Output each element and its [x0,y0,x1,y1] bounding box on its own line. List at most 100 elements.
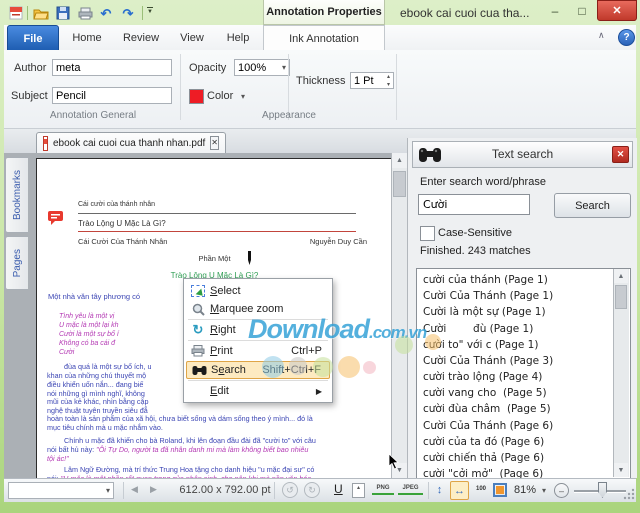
pdf-file-icon [43,136,48,151]
underline-tool-icon[interactable]: U [334,482,343,496]
search-result-item[interactable]: cười chiến thả (Page 6) [423,452,544,464]
tab-file[interactable]: File [7,25,59,52]
menu-item-marquee-zoom[interactable]: Marquee zoom [186,300,330,318]
page-number-combobox[interactable]: ▾ [8,482,114,499]
opacity-dropdown[interactable]: 100% ▾ [234,59,290,76]
maximize-button[interactable]: □ [570,2,594,20]
menu-separator [188,380,328,381]
document-scrollbar[interactable]: ▲ ▼ [391,153,408,478]
export-jpeg-icon[interactable]: JPEG [398,484,423,495]
open-icon[interactable] [33,5,49,21]
sidebar-item-bookmarks[interactable]: Bookmarks [5,157,28,233]
menu-item-search[interactable]: Search Shift+Ctrl+F [186,361,330,379]
search-button[interactable]: Search [554,193,631,218]
color-dropdown-icon[interactable]: ▾ [241,93,245,101]
title-bar: ↶ ↷ ▼ Annotation Properties ebook cai cu… [0,0,640,25]
book-author: Nguyễn Duy Cần [237,237,367,246]
appearance-group-label: Appearance [182,110,396,121]
contextual-tab-group-header: Annotation Properties [263,0,385,25]
book-title: Cái Cười Của Thánh Nhân [78,237,167,246]
scrollbar-thumb[interactable] [393,171,406,197]
group-separator-2 [396,54,397,120]
header-rule [78,213,356,214]
results-scroll-down-icon[interactable]: ▼ [614,463,628,477]
undo-icon[interactable]: ↶ [98,5,114,21]
menu-item-select[interactable]: Select [186,282,330,300]
doc-quote-line: Tình yêu là một vị [59,313,114,320]
tab-ink-annotation[interactable]: Ink Annotation [263,25,385,51]
comment-annotation-icon[interactable] [47,210,64,230]
ribbon-tab-row: File Home Review View Help Ink Annotatio… [4,25,636,50]
subject-field[interactable] [52,87,172,104]
search-panel-close-icon[interactable]: ✕ [612,146,629,163]
fit-page-icon[interactable] [493,483,507,497]
thickness-spinner[interactable]: 1 Pt ▴ ▾ [350,72,394,89]
export-png-icon[interactable]: PNG [372,484,394,495]
zoom-dropdown-icon[interactable]: ▾ [542,487,546,495]
search-result-item[interactable]: cười đùa châm (Page 5) [423,403,551,415]
tab-review[interactable]: Review [116,25,166,50]
results-scrollbar[interactable]: ▲ ▼ [613,269,629,477]
menu-item-right[interactable]: ↻ Right [186,321,330,339]
doc-quote-line: Cười [59,349,74,356]
history-forward-icon[interactable]: ↻ [304,482,320,498]
previous-page-icon[interactable]: ◀ [131,484,138,495]
resize-grip[interactable] [623,487,635,499]
spin-up-icon[interactable]: ▴ [387,73,390,81]
context-menu: Select Marquee zoom ↻ Right Print Ctrl+P… [183,278,333,403]
menu-item-print[interactable]: Print Ctrl+P [186,342,330,360]
search-input[interactable] [418,194,530,215]
doc-text-line: nói bất hủ này: "Ôi Tự Do, người ta đã n… [47,445,308,454]
document-tab[interactable]: ebook cai cuoi cua thanh nhan.pdf ✕ [36,132,226,153]
app-icon [8,5,24,21]
results-scroll-up-icon[interactable]: ▲ [614,269,628,283]
menu-separator [188,340,328,341]
search-result-item[interactable]: Cười đù (Page 1) [423,323,533,335]
menu-item-edit[interactable]: Edit ▶ [186,382,330,400]
redo-icon[interactable]: ↷ [120,5,136,21]
sidebar-item-pages[interactable]: Pages [5,236,28,290]
search-result-item[interactable]: Cười Của Thánh (Page 1) [423,290,553,302]
zoom-out-icon[interactable]: – [554,483,569,498]
fit-width-icon[interactable]: ↔ [450,481,469,500]
text-search-panel: Text search ✕ Enter search word/phrase S… [407,138,637,478]
part-heading: Phần Một [37,254,392,263]
page-layout-icon[interactable]: ▴ [352,483,365,498]
spin-down-icon[interactable]: ▾ [387,81,390,89]
search-result-item[interactable]: cười trào lộng (Page 4) [423,371,542,383]
menu-shortcut: Shift+Ctrl+F [262,364,329,376]
doc-text-line: điều khiển uốn nắn... đang biế [47,380,143,389]
fit-height-icon[interactable]: ↕ [432,482,447,498]
search-result-item[interactable]: cười to" với c (Page 1) [423,339,538,351]
tab-home[interactable]: Home [64,25,110,50]
help-icon[interactable]: ? [618,29,635,46]
print-icon[interactable] [77,5,93,21]
zoom-level: 81% [514,484,536,496]
results-scrollbar-thumb[interactable] [615,285,627,309]
scroll-up-icon[interactable]: ▲ [392,153,407,168]
search-panel-header[interactable]: Text search ✕ [412,141,633,168]
save-icon[interactable] [55,5,71,21]
tab-help[interactable]: Help [216,25,260,50]
close-button[interactable]: ✕ [597,0,637,21]
search-result-item[interactable]: Cười là một sự (Page 1) [423,306,546,318]
search-result-item[interactable]: cười của ta đó (Page 6) [423,436,544,448]
search-result-item[interactable]: cười vang cho (Page 5) [423,387,547,399]
next-page-icon[interactable]: ▶ [150,484,157,495]
qat-customize-icon[interactable]: ▼ [147,7,153,17]
minimize-button[interactable]: – [543,2,567,20]
color-label[interactable]: Color [207,90,233,102]
zoom-slider-thumb[interactable] [598,482,607,498]
author-field[interactable] [52,59,172,76]
search-result-item[interactable]: cười của thánh (Page 1) [423,274,548,286]
search-status: Finished. 243 matches [420,245,531,257]
search-result-item[interactable]: Cười Của Thánh (Page 6) [423,420,553,432]
actual-size-icon[interactable]: 100 [473,486,489,492]
document-tab-close-icon[interactable]: ✕ [210,136,219,150]
history-back-icon[interactable]: ↺ [282,482,298,498]
collapse-ribbon-icon[interactable]: ∧ [598,30,605,41]
tab-view[interactable]: View [170,25,214,50]
doc-quote-line: Không có ba cái đ [59,340,115,347]
search-result-item[interactable]: Cười Của Thánh (Page 3) [423,355,553,367]
case-sensitive-checkbox[interactable] [420,226,435,241]
